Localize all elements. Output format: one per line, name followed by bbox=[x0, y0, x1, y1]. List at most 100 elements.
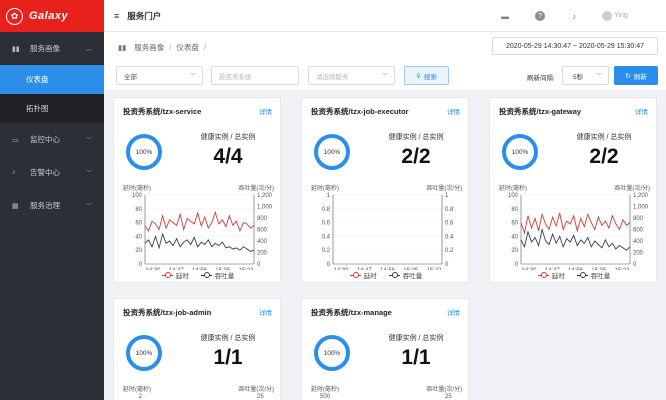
latency-series-line bbox=[144, 210, 255, 233]
right-tick-label: 1 bbox=[445, 193, 449, 199]
right-tick-label: 25 bbox=[445, 394, 452, 400]
left-tick-label: 20 bbox=[135, 248, 142, 254]
bell-icon[interactable]: ♪ bbox=[569, 11, 579, 21]
refresh-button[interactable]: ↻ 刷新 bbox=[614, 66, 658, 85]
service-card: 投资秀系统/tzx-gateway 详情 100% 健康实例 / 总实例 2/2 延时(毫… bbox=[489, 97, 657, 283]
search-button[interactable]: ⚲ 搜索 bbox=[404, 66, 449, 85]
sidebar-item-alert-center[interactable]: ♪ 告警中心 ﹀ bbox=[0, 156, 104, 189]
service-card: 投资秀系统/tzx-service 详情 100% 健康实例 / 总实例 4/4 延时(毫… bbox=[113, 97, 281, 283]
sidebar-item-monitor-center[interactable]: ▭ 监控中心 ﹀ bbox=[0, 123, 104, 156]
top-header: ≡ 服务门户 bbox=[104, 0, 666, 32]
monitor-icon[interactable]: ▬ bbox=[500, 11, 510, 21]
detail-link[interactable]: 详情 bbox=[259, 307, 272, 317]
help-icon[interactable]: ? bbox=[535, 11, 545, 21]
legend-label: 吞吐量 bbox=[590, 273, 611, 280]
legend-item-latency[interactable]: 延时 bbox=[349, 270, 377, 280]
legend-label: 吞吐量 bbox=[214, 273, 235, 280]
breadcrumb-item[interactable]: 服务画像 bbox=[134, 42, 164, 53]
right-tick-label: 400 bbox=[633, 239, 644, 245]
legend-item-throughput[interactable]: 吞吐量 bbox=[388, 270, 422, 280]
left-tick-label: 0 bbox=[327, 262, 331, 268]
monitor-icon: ▭ bbox=[12, 136, 19, 144]
left-tick-label: 2 bbox=[139, 394, 143, 400]
search-button-label: 搜索 bbox=[423, 73, 437, 81]
legend-item-throughput[interactable]: 吞吐量 bbox=[200, 270, 235, 280]
scope-select-value: 全部 bbox=[124, 73, 137, 81]
throughput-series-line bbox=[144, 232, 255, 252]
left-tick-label: 0 bbox=[139, 262, 143, 268]
scope-select[interactable]: 全部 ﹀ bbox=[116, 66, 203, 85]
galaxy-logo-icon: ✿ bbox=[6, 7, 23, 25]
legend-item-throughput[interactable]: 吞吐量 bbox=[576, 270, 611, 280]
left-tick-label: 40 bbox=[511, 234, 518, 240]
health-ring: 100% bbox=[502, 134, 538, 170]
right-tick-label: 1,200 bbox=[633, 193, 649, 199]
sidebar-subitem-dashboard[interactable]: 仪表盘 bbox=[0, 65, 104, 94]
detail-link[interactable]: 详情 bbox=[447, 106, 460, 116]
left-tick-label: 0.4 bbox=[322, 234, 331, 240]
sidebar-subitem-label: 仪表盘 bbox=[26, 75, 49, 84]
metrics-chart: 1008060402001,2001,000800600400200014:30… bbox=[132, 193, 273, 270]
right-tick-label: 0 bbox=[445, 262, 449, 268]
health-value: 4/4 bbox=[213, 145, 243, 168]
service-card: 投资秀系统/tzx-manage 详情 100% 健康实例 / 总实例 1/1 延时(毫秒… bbox=[301, 298, 469, 400]
detail-link[interactable]: 详情 bbox=[635, 106, 648, 116]
avatar[interactable] bbox=[602, 11, 612, 21]
service-card: 投资秀系统/tzx-job-executor 详情 100% 健康实例 / 总实例 2/… bbox=[301, 97, 469, 283]
logo[interactable]: ✿ Galaxy bbox=[0, 0, 104, 32]
right-tick-label: 400 bbox=[257, 239, 268, 245]
sidebar-item-service-governance[interactable]: ▦ 服务治理 ﹀ bbox=[0, 189, 104, 222]
menu-toggle-icon[interactable]: ≡ bbox=[114, 11, 119, 21]
sidebar-subitem-label: 拓扑图 bbox=[26, 104, 49, 113]
refresh-interval-select[interactable]: 5秒 ﹀ bbox=[562, 66, 609, 85]
metrics-chart: 1008060402001,2001,000800600400200014:30… bbox=[508, 193, 649, 270]
throughput-series-line bbox=[520, 227, 631, 251]
metrics-chart: 2 25 bbox=[139, 394, 265, 400]
right-tick-label: 0.2 bbox=[445, 248, 454, 254]
chevron-down-icon: ﹀ bbox=[85, 138, 92, 144]
portal-title: 服务门户 bbox=[127, 10, 162, 21]
detail-link[interactable]: 详情 bbox=[447, 307, 460, 317]
legend-item-latency[interactable]: 延时 bbox=[161, 270, 189, 280]
left-tick-label: 60 bbox=[511, 221, 518, 227]
chevron-down-icon: ﹀ bbox=[381, 74, 388, 80]
breadcrumb-item: 仪表盘 bbox=[176, 43, 199, 52]
legend-label: 延时 bbox=[363, 273, 377, 280]
right-tick-label: 800 bbox=[257, 216, 268, 222]
grid-icon: ▦ bbox=[12, 202, 19, 210]
left-tick-label: 80 bbox=[135, 207, 142, 213]
health-value: 2/2 bbox=[589, 145, 619, 168]
detail-link[interactable]: 详情 bbox=[259, 106, 272, 116]
sidebar-subitem-topology[interactable]: 拓扑图 bbox=[0, 94, 104, 123]
legend-marker-icon bbox=[576, 272, 588, 278]
health-value: 2/2 bbox=[401, 145, 431, 168]
bell-icon: ♪ bbox=[12, 169, 16, 176]
chevron-down-icon: ﹀ bbox=[595, 74, 602, 80]
right-tick-label: 0.4 bbox=[445, 234, 454, 240]
health-ring: 100% bbox=[126, 335, 162, 371]
user-name[interactable]: Ying bbox=[614, 12, 628, 19]
service-select[interactable]: 请选择服务 ﹀ bbox=[308, 66, 395, 85]
card-title: 投资秀系统/tzx-manage bbox=[311, 308, 392, 317]
card-title: 投资秀系统/tzx-job-admin bbox=[123, 308, 212, 317]
bar-chart-icon: ▮▮ bbox=[118, 43, 127, 52]
sidebar-item-service-profile[interactable]: ▮▮ 服务画像 ︿ bbox=[0, 32, 104, 65]
left-tick-label: 0.8 bbox=[322, 207, 331, 213]
service-select-placeholder: 请选择服务 bbox=[316, 73, 349, 81]
right-tick-label: 1,000 bbox=[633, 205, 649, 211]
legend-item-latency[interactable]: 延时 bbox=[537, 270, 565, 280]
right-tick-label: 600 bbox=[257, 228, 268, 234]
chart-legend: 延时 吞吐量 bbox=[490, 270, 656, 280]
right-tick-label: 1,200 bbox=[257, 193, 273, 199]
right-tick-label: 600 bbox=[633, 228, 644, 234]
chevron-down-icon: ﹀ bbox=[85, 171, 92, 177]
metrics-chart: 10.80.60.40.2010.80.60.40.2014:3014:4714… bbox=[322, 193, 454, 270]
left-tick-label: 100 bbox=[508, 193, 519, 199]
legend-marker-icon bbox=[388, 272, 400, 278]
system-input[interactable]: 投资秀系统 bbox=[211, 66, 299, 85]
card-title: 投资秀系统/tzx-gateway bbox=[499, 107, 582, 116]
date-range-picker[interactable]: 2020-05-29 14:30:47 ~ 2020-05-29 15:30:4… bbox=[492, 37, 658, 55]
right-tick-label: 1,000 bbox=[257, 205, 273, 211]
legend-label: 延时 bbox=[175, 273, 189, 280]
left-tick-label: 100 bbox=[132, 193, 143, 199]
